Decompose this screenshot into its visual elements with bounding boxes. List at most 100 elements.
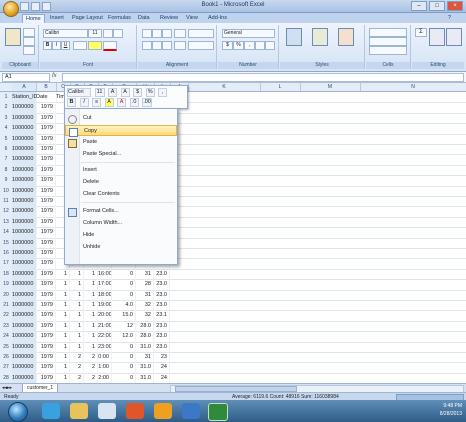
table-cell[interactable]: 32 bbox=[136, 310, 154, 321]
mini-percent-button[interactable]: % bbox=[145, 88, 155, 97]
table-cell[interactable]: 0 bbox=[112, 341, 136, 352]
fill-color-icon[interactable] bbox=[88, 41, 102, 50]
underline-button[interactable]: U bbox=[61, 41, 70, 50]
table-cell[interactable]: 16:00 bbox=[98, 268, 112, 280]
table-cell[interactable]: 1000000 bbox=[12, 144, 37, 155]
table-cell[interactable]: 1 bbox=[84, 289, 98, 300]
format-cells-button[interactable] bbox=[369, 46, 407, 55]
tab-formulas[interactable]: Formulas bbox=[108, 14, 131, 23]
mini-currency-button[interactable]: $ bbox=[133, 88, 143, 97]
menu-item-copy[interactable]: Copy bbox=[65, 125, 177, 137]
table-cell[interactable]: 1979 bbox=[36, 279, 56, 290]
table-cell[interactable]: 23.0 bbox=[154, 268, 170, 280]
table-cell[interactable]: 1000000 bbox=[12, 300, 37, 311]
table-cell[interactable]: 1 bbox=[70, 341, 84, 352]
align-right-icon[interactable] bbox=[162, 41, 172, 50]
table-cell[interactable]: 23.0 bbox=[154, 300, 170, 311]
table-cell[interactable]: 1 bbox=[84, 331, 98, 342]
table-cell[interactable]: 1979 bbox=[36, 112, 56, 124]
table-cell[interactable]: 1979 bbox=[36, 372, 56, 383]
align-left-icon[interactable] bbox=[142, 41, 152, 50]
table-cell[interactable]: 1000000 bbox=[12, 154, 37, 165]
table-cell[interactable]: 1 bbox=[84, 320, 98, 332]
align-bottom-icon[interactable] bbox=[162, 29, 172, 38]
table-cell[interactable]: 1 bbox=[84, 268, 98, 280]
find-select-icon[interactable] bbox=[446, 28, 462, 46]
table-cell[interactable]: 2 bbox=[70, 372, 84, 383]
table-cell[interactable]: 1979 bbox=[36, 268, 56, 280]
name-box[interactable]: A1 bbox=[2, 73, 50, 82]
table-cell[interactable]: 28 bbox=[136, 279, 154, 290]
office-app-icon[interactable] bbox=[126, 403, 144, 419]
undo-icon[interactable] bbox=[31, 2, 40, 11]
maximize-button[interactable]: □ bbox=[429, 1, 445, 11]
table-cell[interactable]: 0 bbox=[112, 289, 136, 300]
table-cell[interactable]: 31 bbox=[136, 352, 154, 363]
percent-button[interactable]: % bbox=[233, 41, 244, 50]
table-cell[interactable]: 20:00 bbox=[98, 310, 112, 321]
table-cell[interactable]: 1000000 bbox=[12, 372, 37, 383]
formula-input[interactable] bbox=[62, 73, 464, 82]
table-cell[interactable]: 1979 bbox=[36, 310, 56, 321]
mini-increase-decimal-button[interactable]: .0 bbox=[129, 98, 139, 107]
table-cell[interactable]: 1000000 bbox=[12, 268, 37, 280]
table-cell[interactable]: 1 bbox=[70, 279, 84, 290]
comma-button[interactable]: , bbox=[244, 41, 255, 50]
insert-function-icon[interactable]: fx bbox=[52, 73, 57, 79]
table-cell[interactable]: 1979 bbox=[36, 289, 56, 300]
table-cell[interactable]: 1000000 bbox=[12, 320, 37, 332]
excel-icon[interactable] bbox=[208, 403, 228, 421]
close-button[interactable]: × bbox=[447, 1, 463, 11]
column-header[interactable]: B bbox=[36, 83, 57, 91]
table-cell[interactable]: 23.1 bbox=[154, 310, 170, 321]
mini-bold-button[interactable]: B bbox=[67, 98, 76, 107]
table-cell[interactable]: 1 bbox=[84, 310, 98, 321]
table-cell[interactable]: 1000000 bbox=[12, 123, 37, 134]
menu-item-paste-special[interactable]: Paste Special... bbox=[65, 149, 177, 160]
menu-item-hide[interactable]: Hide bbox=[65, 230, 177, 241]
table-cell[interactable]: 1979 bbox=[36, 237, 56, 248]
table-cell[interactable]: 1979 bbox=[36, 196, 56, 207]
decrease-decimal-icon[interactable] bbox=[265, 41, 275, 50]
menu-item-unhide[interactable]: Unhide bbox=[65, 242, 177, 253]
table-cell[interactable]: 1979 bbox=[36, 175, 56, 186]
mini-grow-font-button[interactable]: A bbox=[108, 88, 118, 97]
font-name-select[interactable]: Calibri bbox=[43, 29, 88, 38]
table-cell[interactable]: 2:00 bbox=[98, 372, 112, 383]
menu-item-delete[interactable]: Delete bbox=[65, 177, 177, 188]
mini-font-select[interactable]: Calibri bbox=[67, 88, 91, 97]
table-cell[interactable]: 1 bbox=[84, 300, 98, 311]
mini-shrink-font-button[interactable]: A bbox=[120, 88, 130, 97]
table-cell[interactable]: 1 bbox=[70, 310, 84, 321]
table-cell[interactable]: 23.0 bbox=[154, 289, 170, 300]
mini-decrease-decimal-button[interactable]: .00 bbox=[142, 98, 152, 107]
table-cell[interactable]: 1 bbox=[70, 320, 84, 332]
windows-start-icon[interactable] bbox=[8, 402, 28, 422]
shrink-font-icon[interactable] bbox=[113, 29, 123, 38]
table-cell[interactable]: 1000000 bbox=[12, 175, 37, 186]
column-header[interactable]: A bbox=[12, 83, 37, 91]
copy-icon[interactable] bbox=[23, 37, 35, 46]
table-cell[interactable]: 1979 bbox=[36, 206, 56, 217]
table-cell[interactable]: 1979 bbox=[36, 144, 56, 155]
table-cell[interactable]: 1979 bbox=[36, 248, 56, 259]
delete-cells-button[interactable] bbox=[369, 37, 407, 46]
column-header[interactable]: L bbox=[260, 83, 301, 91]
scissors-icon[interactable] bbox=[23, 28, 35, 37]
table-cell[interactable]: 1 bbox=[70, 300, 84, 311]
table-cell[interactable]: 31 bbox=[136, 268, 154, 280]
column-header[interactable]: N bbox=[360, 83, 466, 91]
grow-font-icon[interactable] bbox=[103, 29, 113, 38]
table-cell[interactable]: 1000000 bbox=[12, 331, 37, 342]
table-cell[interactable]: 1000000 bbox=[12, 185, 37, 196]
merge-center-button[interactable] bbox=[188, 41, 214, 50]
wrap-text-button[interactable] bbox=[188, 29, 214, 38]
table-cell[interactable]: 17:00 bbox=[98, 279, 112, 290]
table-cell[interactable]: 1 bbox=[56, 341, 70, 352]
table-cell[interactable]: 1979 bbox=[36, 154, 56, 165]
table-cell[interactable]: 1979 bbox=[36, 331, 56, 342]
table-cell[interactable]: 0:00 bbox=[98, 352, 112, 363]
table-cell[interactable]: 28.0 bbox=[136, 331, 154, 342]
number-format-select[interactable]: General bbox=[222, 29, 275, 38]
table-cell[interactable]: 1979 bbox=[36, 164, 56, 176]
